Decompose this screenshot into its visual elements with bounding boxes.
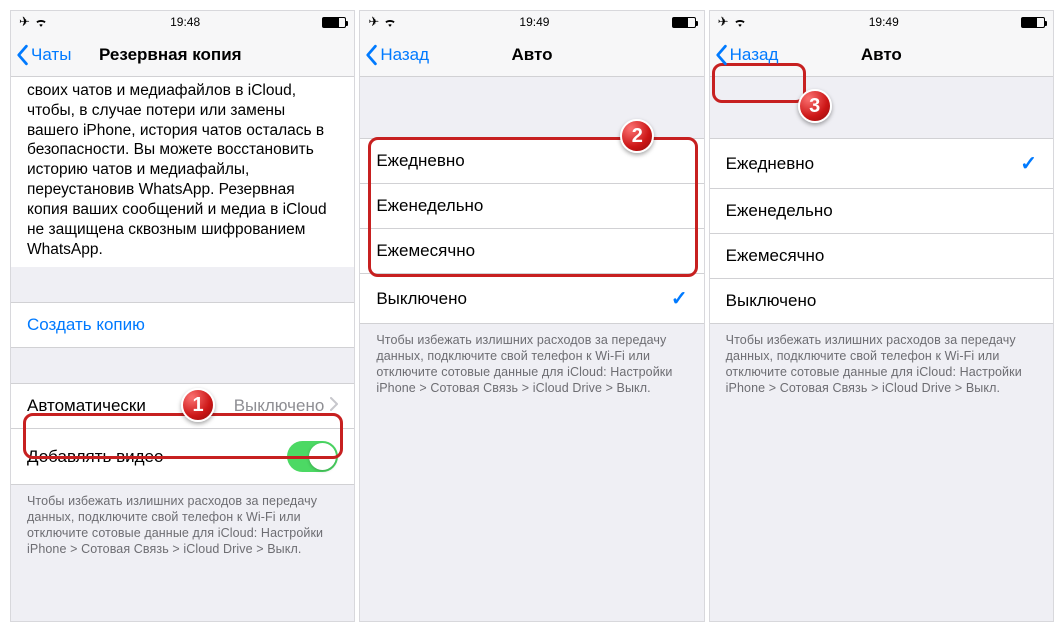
option-monthly[interactable]: Ежемесячно — [360, 228, 703, 274]
option-off[interactable]: Выключено — [710, 278, 1053, 324]
option-label: Выключено — [376, 289, 467, 309]
option-weekly[interactable]: Еженедельно — [360, 183, 703, 229]
auto-backup-value: Выключено — [234, 396, 325, 416]
checkmark-icon: ✓ — [671, 286, 688, 311]
back-label: Назад — [380, 45, 429, 65]
status-time: 19:49 — [869, 15, 899, 29]
option-label: Еженедельно — [726, 201, 833, 221]
back-button[interactable]: Чаты — [11, 44, 71, 66]
create-backup-label: Создать копию — [27, 315, 145, 335]
footer-note: Чтобы избежать излишних расходов за пере… — [11, 485, 354, 565]
battery-icon — [322, 17, 346, 28]
add-video-switch[interactable] — [287, 441, 338, 472]
auto-backup-label: Автоматически — [27, 396, 146, 416]
nav-bar: Чаты Резервная копия — [11, 33, 354, 77]
airplane-icon: ✈ — [19, 14, 30, 30]
nav-bar: Назад Авто — [360, 33, 703, 77]
status-bar: ✈ 19:49 — [710, 11, 1053, 33]
phone-screen-1: ✈ 19:48 Чаты Резервная копия своих чатов… — [10, 10, 355, 622]
option-label: Еженедельно — [376, 196, 483, 216]
back-button[interactable]: Назад — [710, 44, 779, 66]
option-weekly[interactable]: Еженедельно — [710, 188, 1053, 234]
footer-note: Чтобы избежать излишних расходов за пере… — [360, 324, 703, 404]
back-label: Назад — [730, 45, 779, 65]
backup-description: своих чатов и медиафайлов в iCloud, чтоб… — [11, 77, 354, 267]
status-bar: ✈ 19:48 — [11, 11, 354, 33]
checkmark-icon: ✓ — [1020, 151, 1037, 176]
phone-screen-2: ✈ 19:49 Назад Авто Ежедневно Еженедельно… — [359, 10, 704, 622]
chevron-right-icon — [330, 396, 338, 416]
option-daily[interactable]: Ежедневно — [360, 138, 703, 184]
airplane-icon: ✈ — [368, 14, 379, 30]
back-label: Чаты — [31, 45, 71, 65]
wifi-icon — [383, 17, 397, 28]
option-label: Ежемесячно — [726, 246, 825, 266]
option-label: Ежедневно — [726, 154, 814, 174]
battery-icon — [1021, 17, 1045, 28]
nav-bar: Назад Авто — [710, 33, 1053, 77]
option-label: Ежемесячно — [376, 241, 475, 261]
wifi-icon — [34, 17, 48, 28]
add-video-row[interactable]: Добавлять видео — [11, 428, 354, 485]
auto-backup-row[interactable]: Автоматически Выключено — [11, 383, 354, 429]
battery-icon — [672, 17, 696, 28]
option-monthly[interactable]: Ежемесячно — [710, 233, 1053, 279]
option-daily[interactable]: Ежедневно ✓ — [710, 138, 1053, 189]
phone-screen-3: ✈ 19:49 Назад Авто Ежедневно ✓ Еженедель… — [709, 10, 1054, 622]
status-time: 19:49 — [519, 15, 549, 29]
create-backup-button[interactable]: Создать копию — [11, 302, 354, 348]
status-bar: ✈ 19:49 — [360, 11, 703, 33]
airplane-icon: ✈ — [718, 14, 729, 30]
back-button[interactable]: Назад — [360, 44, 429, 66]
option-label: Ежедневно — [376, 151, 464, 171]
option-off[interactable]: Выключено ✓ — [360, 273, 703, 324]
footer-note: Чтобы избежать излишних расходов за пере… — [710, 324, 1053, 404]
status-time: 19:48 — [170, 15, 200, 29]
add-video-label: Добавлять видео — [27, 447, 163, 467]
option-label: Выключено — [726, 291, 817, 311]
wifi-icon — [733, 17, 747, 28]
